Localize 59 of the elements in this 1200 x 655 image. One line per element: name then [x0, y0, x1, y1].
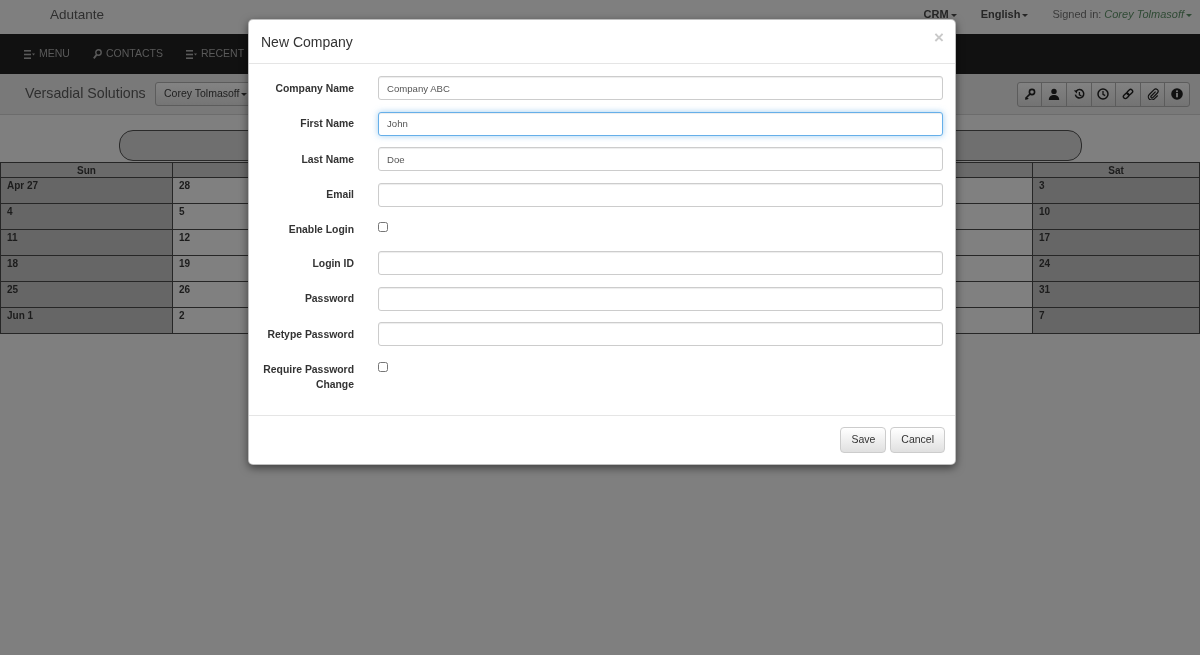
column-header: Sat [1032, 162, 1200, 178]
form-label: Require Password Change [262, 362, 354, 392]
clock-icon [1097, 88, 1110, 100]
text-field[interactable]: Doe [378, 147, 943, 171]
dialog-title: New Company [261, 32, 353, 51]
text-field[interactable] [378, 286, 943, 311]
text-field[interactable] [378, 251, 943, 275]
column-header: Sun [0, 162, 173, 178]
toolbar-button[interactable] [1090, 81, 1117, 107]
caret-icon [1022, 13, 1029, 17]
list-icon [185, 49, 197, 59]
user-menu-link[interactable]: Corey Tolmasoff [1104, 6, 1192, 23]
history-icon [1072, 88, 1085, 100]
text-field[interactable]: Company ABC [378, 76, 943, 100]
signed-in-label: Signed in: [1052, 7, 1102, 22]
calendar-day-cell: 11 [0, 229, 173, 256]
nav-link[interactable]: RECENT [185, 46, 245, 62]
calendar-day-cell: 31 [1032, 281, 1200, 308]
calendar-day-cell: 17 [1032, 229, 1200, 256]
caret-icon [1186, 13, 1192, 17]
calendar-day-cell: 3 [1032, 177, 1200, 204]
toolbar-button[interactable] [1041, 81, 1068, 107]
menu-dropdown[interactable]: English [980, 6, 1029, 23]
calendar-day-cell: 24 [1032, 255, 1200, 282]
search-icon [92, 49, 102, 59]
text-field[interactable]: John [378, 111, 943, 136]
toolbar-button[interactable] [1139, 81, 1166, 107]
menu-dropdown[interactable]: CRM [923, 6, 957, 23]
key-icon [1023, 88, 1036, 100]
text-field[interactable] [378, 182, 943, 207]
company-name: Versadial Solutions [25, 84, 145, 104]
calendar-day-cell: 18 [0, 255, 173, 282]
nav-link[interactable]: MENU [24, 46, 70, 62]
link-icon [1122, 88, 1134, 100]
toolbar-button[interactable] [1066, 81, 1092, 107]
nav-link[interactable]: CONTACTS [92, 46, 163, 62]
dialog-button[interactable]: Save [840, 426, 887, 453]
toolbar-button[interactable] [1115, 81, 1141, 107]
dialog-button[interactable]: Cancel [890, 426, 945, 453]
form-label: Company Name [274, 81, 354, 96]
list-icon [24, 49, 35, 59]
info-icon [1171, 88, 1184, 100]
form-label: Last Name [300, 152, 354, 167]
calendar-day-cell: 10 [1032, 203, 1200, 230]
brand-name: Adutante [50, 6, 105, 23]
calendar-day-cell: 7 [1032, 307, 1200, 334]
checkbox[interactable] [378, 361, 388, 372]
text-field[interactable] [378, 322, 943, 346]
user-icon [1048, 88, 1061, 100]
caret-icon [950, 13, 957, 17]
form-label: First Name [299, 117, 354, 131]
calendar-day-cell: 4 [0, 203, 173, 230]
checkbox[interactable] [378, 222, 388, 232]
toolbar-button[interactable] [1016, 81, 1043, 107]
calendar-day-cell: Apr 27 [0, 177, 173, 204]
calendar-day-cell: Jun 1 [0, 307, 173, 334]
toolbar-button[interactable] [1164, 81, 1190, 107]
calendar-day-cell: 25 [0, 281, 173, 308]
paperclip-icon [1146, 88, 1159, 100]
